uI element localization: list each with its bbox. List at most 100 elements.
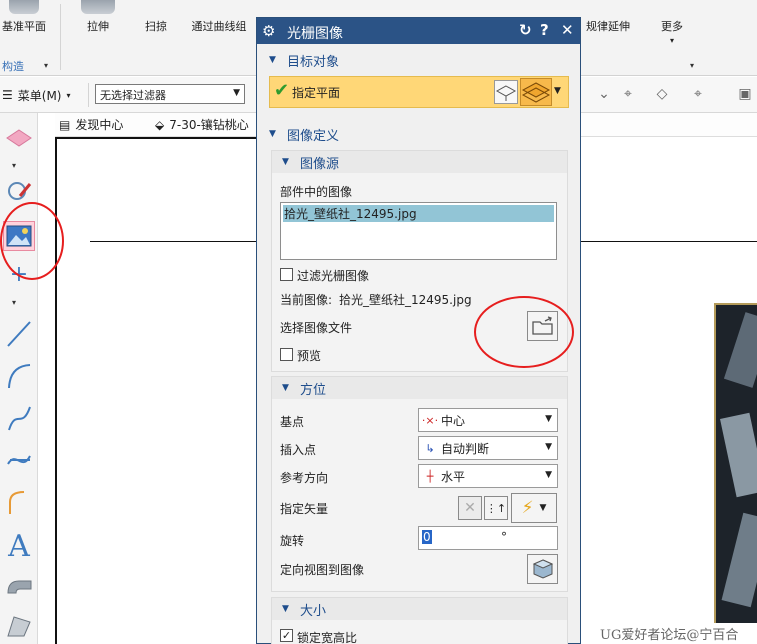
section-heading: 图像源 xyxy=(300,156,340,172)
reference-direction-dropdown[interactable]: ┼ 水平 ▼ xyxy=(418,464,558,488)
ribbon-separator xyxy=(60,4,61,70)
chevron-down-icon: ▼ xyxy=(545,442,552,452)
check-icon: ✔ xyxy=(274,80,290,101)
datum-plane-label: 基准平面 xyxy=(2,20,46,33)
menu-button[interactable]: ☰ 菜单(M) ▾ xyxy=(2,84,71,106)
collapse-icon: ▼ xyxy=(282,383,289,393)
images-in-part-label: 部件中的图像 xyxy=(280,185,353,199)
text-icon[interactable]: A xyxy=(3,529,35,564)
book-icon: ▤ xyxy=(59,117,71,132)
chevron-down-icon[interactable]: ▾ xyxy=(12,298,16,307)
plane-icon[interactable] xyxy=(3,123,35,153)
rotate-value: 0 xyxy=(422,530,432,544)
preview-checkbox[interactable] xyxy=(280,348,293,361)
canvas-border xyxy=(55,137,57,644)
datum-plane-button[interactable]: 基准平面 xyxy=(0,0,48,34)
select-image-file-label: 选择图像文件 xyxy=(280,321,353,335)
plane-dialog-button[interactable] xyxy=(494,80,518,104)
through-curves-button[interactable]: 通过曲线组 xyxy=(186,0,252,34)
help-icon[interactable]: ? xyxy=(540,21,549,39)
rotate-unit: ° xyxy=(501,530,507,544)
section-heading: 大小 xyxy=(300,603,327,619)
tube-icon[interactable] xyxy=(3,573,35,603)
section-size[interactable]: ▼ 大小 xyxy=(272,598,567,620)
current-image-value: 拾光_壁纸社_12495.jpg xyxy=(339,293,472,307)
line-icon[interactable] xyxy=(3,319,35,349)
cross-icon: ✕ xyxy=(464,500,476,516)
hamburger-icon: ☰ xyxy=(2,88,13,102)
annotation-circle xyxy=(474,296,574,368)
menu-arrow-icon: ▾ xyxy=(66,90,71,100)
reference-direction-value: 水平 xyxy=(441,469,466,484)
base-point-value: 中心 xyxy=(441,413,466,428)
inferred-vector-button[interactable]: ⚡ ▼ xyxy=(511,493,557,523)
tab-label: 7-30-镶钻桃心 xyxy=(169,118,249,132)
spline-icon[interactable] xyxy=(3,403,35,433)
vector-icon: ⋮↑ xyxy=(485,501,507,515)
chevron-down-icon: ▼ xyxy=(545,470,552,480)
law-extension-label: 规律延伸 xyxy=(586,20,630,33)
insert-point-dropdown[interactable]: ↳ 自动判断 ▼ xyxy=(418,436,558,460)
filter-raster-checkbox[interactable] xyxy=(280,268,293,281)
section-image-definition[interactable]: ▼ 图像定义 xyxy=(257,123,580,145)
arc-icon[interactable] xyxy=(3,361,35,391)
tab-part-file[interactable]: ⬙ 7-30-镶钻桃心 xyxy=(155,116,249,133)
offset-curve-icon[interactable] xyxy=(3,487,35,517)
extrude-label: 拉伸 xyxy=(87,20,109,33)
vector-dialog-button[interactable]: ⋮↑ xyxy=(484,496,508,520)
sketch-line xyxy=(90,241,262,242)
chevron-down-icon: ▼ xyxy=(539,503,547,513)
chevron-down-icon[interactable]: ▾ xyxy=(12,161,16,170)
reverse-direction-button[interactable]: ✕ xyxy=(458,496,482,520)
orient-view-button[interactable] xyxy=(527,554,558,584)
law-extension-button[interactable]: 规律延伸 xyxy=(582,0,634,34)
section-image-source[interactable]: ▼ 图像源 xyxy=(272,151,567,173)
section-target-object[interactable]: ▼ 目标对象 xyxy=(257,49,580,71)
group-caption: 构造 xyxy=(2,60,24,73)
gear-icon[interactable]: ⚙ xyxy=(262,22,275,40)
section-heading: 方位 xyxy=(300,382,327,398)
annotation-circle xyxy=(0,202,64,280)
current-image-label: 当前图像: xyxy=(280,293,333,307)
tab-discovery-center[interactable]: ▤ 发现中心 xyxy=(59,116,123,133)
canvas-border xyxy=(57,137,262,139)
images-in-part-list[interactable]: 拾光_壁纸社_12495.jpg xyxy=(280,202,557,260)
selection-filter-dropdown[interactable]: 无选择过滤器 ▼ xyxy=(95,84,245,104)
base-point-dropdown[interactable]: ·×· 中心 ▼ xyxy=(418,408,558,432)
chevron-down-icon: ▼ xyxy=(233,88,240,98)
curve-intersection-icon[interactable] xyxy=(3,445,35,475)
extrude-button[interactable]: 拉伸 xyxy=(72,0,124,34)
left-toolbar: ▾ + ▾ A xyxy=(0,113,38,644)
specify-plane-label: 指定平面 xyxy=(292,86,341,100)
section-orientation[interactable]: ▼ 方位 xyxy=(272,377,567,399)
view-orient-icon[interactable]: ⌖ xyxy=(686,83,710,105)
raster-image-preview[interactable] xyxy=(714,303,757,623)
plane-type-button[interactable] xyxy=(520,78,552,106)
sweep-button[interactable]: 扫掠 xyxy=(132,0,180,34)
snap-dropdown-icon[interactable]: ⌄ xyxy=(592,83,616,105)
chevron-down-icon[interactable]: ▼ xyxy=(554,86,561,96)
lightning-icon: ⚡ xyxy=(521,498,534,518)
more-button[interactable]: 更多 ▾ xyxy=(654,0,690,45)
sketch-icon[interactable] xyxy=(3,175,35,205)
reset-icon[interactable]: ↻ xyxy=(519,21,532,39)
preview-label: 预览 xyxy=(297,349,322,363)
list-item[interactable]: 拾光_壁纸社_12495.jpg xyxy=(283,205,554,222)
more-label: 更多 xyxy=(661,20,683,33)
close-icon[interactable]: ✕ xyxy=(561,21,574,39)
ribbon-expand-icon[interactable]: ▾ xyxy=(690,61,694,70)
group-expand-icon[interactable]: ▾ xyxy=(44,61,48,70)
more-arrow-icon: ▾ xyxy=(669,36,674,45)
reference-direction-label: 参考方向 xyxy=(280,471,329,485)
view-cube-icon xyxy=(532,559,553,579)
rotate-input[interactable]: 0 ° xyxy=(418,526,558,550)
specify-plane-row[interactable]: ✔ 指定平面 ▼ xyxy=(269,76,569,108)
lock-aspect-ratio-checkbox[interactable]: ✓ xyxy=(280,629,293,642)
snap-point-icon[interactable]: ⌖ xyxy=(616,83,640,105)
sweep-label: 扫掠 xyxy=(145,20,167,33)
render-style-icon[interactable]: ▣ xyxy=(733,83,757,105)
view-cube-icon[interactable]: ◇ xyxy=(650,83,674,105)
collapse-icon: ▼ xyxy=(269,55,276,65)
cmdbar-separator xyxy=(88,83,89,107)
surface-icon[interactable] xyxy=(3,611,35,641)
